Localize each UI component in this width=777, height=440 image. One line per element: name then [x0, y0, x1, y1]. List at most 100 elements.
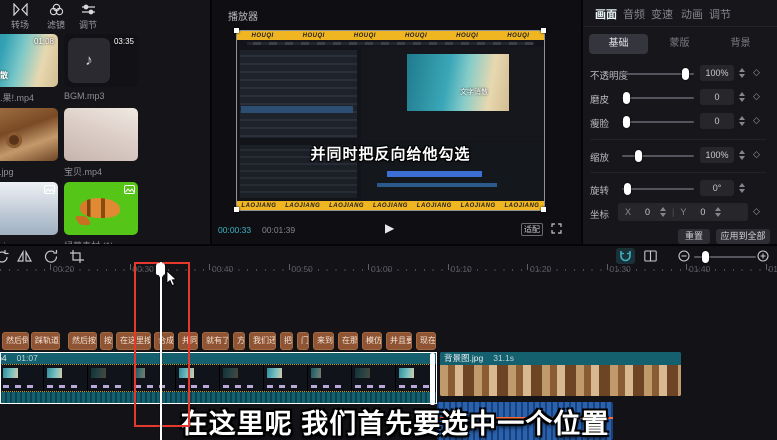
subtitle-clip[interactable]: 然后按	[68, 332, 97, 350]
slider-瘦脸[interactable]	[622, 121, 694, 123]
slider-handle[interactable]	[623, 116, 630, 128]
stepper-control[interactable]	[737, 180, 747, 196]
coord-input-box[interactable]: X0|Y0	[618, 203, 748, 221]
ae-preview-caption: 文字消散	[460, 87, 488, 97]
slider-缩放[interactable]	[622, 155, 694, 157]
selection-handle-bl[interactable]	[234, 207, 239, 212]
selection-handle-tl[interactable]	[234, 28, 239, 33]
subtitle-clip[interactable]: 方	[233, 332, 245, 350]
stepper-down-icon[interactable]	[739, 74, 745, 78]
subtitle-clip[interactable]: 按	[100, 332, 113, 350]
coord-x-value[interactable]: 0	[645, 207, 650, 217]
subtab-背景[interactable]: 背景	[711, 34, 770, 54]
stepper-up-icon[interactable]	[739, 183, 745, 187]
subtab-基础[interactable]: 基础	[589, 34, 648, 54]
tab-调节[interactable]: 调节	[709, 6, 731, 22]
coord-y-value[interactable]: 0	[700, 207, 705, 217]
tab-画面[interactable]: 画面	[595, 6, 617, 22]
media-nav-adjust[interactable]: 调节	[73, 3, 103, 31]
timeline-zoom-slider[interactable]	[694, 256, 756, 258]
subtitle-clip[interactable]: 并同	[178, 332, 198, 350]
subtitle-clip[interactable]: 门	[297, 332, 309, 350]
subtitle-clip[interactable]: 然后倒	[2, 332, 29, 350]
media-nav-transition[interactable]: 转场	[5, 3, 35, 31]
slider-不透明度[interactable]	[622, 73, 694, 75]
slider-handle[interactable]	[624, 183, 631, 195]
stepper-down-icon[interactable]	[739, 189, 745, 193]
subtitle-clip[interactable]: 踩轨道	[31, 332, 60, 350]
slider-handle[interactable]	[623, 92, 630, 104]
media-item-thumbnail[interactable]	[64, 108, 138, 161]
play-button[interactable]: ▶	[385, 221, 394, 235]
video-clip[interactable]: [教程]...果!.mp401:07	[0, 352, 437, 404]
ruler-time-label: 00:40	[212, 264, 233, 274]
stepper-up-icon[interactable]	[739, 116, 745, 120]
value-box-不透明度[interactable]: 100%	[700, 65, 734, 81]
coord-x-stepper[interactable]	[658, 204, 668, 220]
media-item-thumbnail[interactable]: ♪03:35	[64, 34, 138, 87]
selection-handle-tr[interactable]	[541, 28, 546, 33]
value-box-缩放[interactable]: 100%	[700, 147, 734, 163]
value-box-瘦脸[interactable]: 0	[700, 113, 734, 129]
keyframe-diamond-icon[interactable]: ◇	[753, 115, 760, 126]
timeline-ruler[interactable]: 00:2000:3000:4000:5001:0001:1001:2001:30…	[0, 262, 777, 278]
slider-磨皮[interactable]	[622, 97, 694, 99]
tab-动画[interactable]: 动画	[681, 6, 703, 22]
keyframe-diamond-icon[interactable]: ◇	[753, 91, 760, 102]
stepper-control[interactable]	[737, 147, 747, 163]
value-box-旋转[interactable]: 0°	[700, 180, 734, 196]
coord-y-label: Y	[680, 207, 686, 217]
media-item-thumbnail[interactable]	[64, 182, 138, 235]
timeline-zoom-out-button[interactable]	[678, 250, 690, 262]
clip-trim-handle-right[interactable]	[430, 353, 435, 405]
playhead-handle[interactable]	[156, 263, 165, 275]
subtab-蒙版[interactable]: 蒙版	[650, 34, 709, 54]
tab-变速[interactable]: 变速	[651, 6, 673, 22]
media-item-thumbnail[interactable]: 01:08文字消散	[0, 34, 58, 87]
tab-音频[interactable]: 音频	[623, 6, 645, 22]
stepper-control[interactable]	[737, 89, 747, 105]
stepper-up-icon[interactable]	[739, 150, 745, 154]
fit-button[interactable]: 适配	[521, 223, 543, 236]
stepper-up-icon[interactable]	[739, 68, 745, 72]
subtitle-clip[interactable]: 把	[280, 332, 293, 350]
subtitle-clip[interactable]: 模仿	[362, 332, 382, 350]
stepper-down-icon[interactable]	[739, 122, 745, 126]
audio-clip[interactable]	[437, 402, 613, 440]
subtitle-clip[interactable]: 我们还	[249, 332, 276, 350]
keyframe-diamond-icon[interactable]: ◇	[753, 206, 760, 217]
stepper-down-icon[interactable]	[739, 98, 745, 102]
timeline-zoom-in-button[interactable]	[757, 250, 769, 262]
split-preview-button[interactable]	[644, 250, 657, 262]
video-preview-stage[interactable]: HOUQIHOUQIHOUQIHOUQIHOUQIHOUQI 文字消散 LAOJ…	[237, 31, 544, 210]
selection-handle-br[interactable]	[541, 207, 546, 212]
apply-to-all-button[interactable]: 应用到全部	[716, 229, 770, 244]
keyframe-diamond-icon[interactable]: ◇	[753, 149, 760, 160]
watermark-text: LAOJIANG	[417, 203, 452, 209]
slider-handle[interactable]	[635, 150, 642, 162]
coord-y-stepper[interactable]	[713, 204, 723, 220]
subtitle-clip[interactable]: 就有了	[202, 332, 229, 350]
subtitle-clip[interactable]: 在那	[338, 332, 358, 350]
slider-handle[interactable]	[682, 68, 689, 80]
stepper-down-icon[interactable]	[739, 156, 745, 160]
ae-selected-row	[241, 106, 353, 113]
stepper-control[interactable]	[737, 113, 747, 129]
subtitle-clip[interactable]: 现在	[416, 332, 436, 350]
subtitle-clip[interactable]: 并且要	[386, 332, 412, 350]
media-nav-filter[interactable]: 滤镜	[41, 3, 71, 31]
stepper-control[interactable]	[737, 65, 747, 81]
keyframe-diamond-icon[interactable]: ◇	[753, 67, 760, 78]
media-item-thumbnail[interactable]	[0, 182, 58, 235]
video-clip[interactable]: 背景图.jpg31.1s	[440, 352, 681, 396]
subtitle-clip[interactable]: 合成	[154, 332, 174, 350]
fullscreen-icon[interactable]	[551, 223, 562, 234]
slider-旋转[interactable]	[622, 188, 694, 190]
subtitle-clip[interactable]: 在这里按	[116, 332, 151, 350]
media-item-thumbnail[interactable]	[0, 108, 58, 161]
value-box-磨皮[interactable]: 0	[700, 89, 734, 105]
stepper-up-icon[interactable]	[739, 92, 745, 96]
reset-button[interactable]: 重置	[678, 229, 710, 244]
zoom-in-icon	[757, 250, 769, 262]
subtitle-clip[interactable]: 来到	[313, 332, 334, 350]
